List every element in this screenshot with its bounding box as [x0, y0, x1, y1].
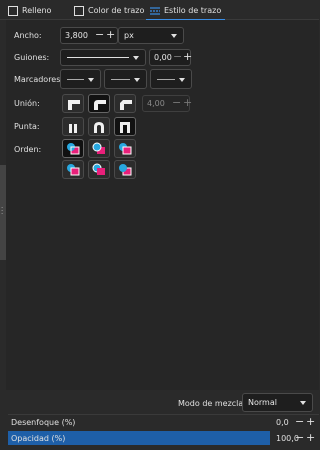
paint-order-icon: [92, 163, 105, 175]
dash-pattern-preview: [67, 57, 129, 58]
paint-order-icon: [67, 143, 80, 155]
join-label: Unión:: [14, 99, 40, 108]
marker-end-select[interactable]: [150, 69, 192, 89]
width-value: 3,800: [65, 31, 88, 40]
blur-label: Desenfoque (%): [11, 418, 76, 427]
join-bevel-button[interactable]: [114, 94, 136, 113]
paint-order-icon: [119, 164, 132, 176]
join-miter-icon: [68, 99, 80, 110]
marker-mid-select[interactable]: [104, 69, 147, 89]
markers-label: Marcadores:: [14, 75, 64, 84]
tab-stroke-paint-label: Color de trazo: [88, 6, 145, 15]
join-round-button[interactable]: [88, 94, 110, 113]
dashes-label: Guiones:: [14, 53, 50, 62]
width-label: Ancho:: [14, 31, 42, 40]
checkbox-icon: [8, 5, 18, 16]
paint-order-button-2[interactable]: [88, 139, 110, 158]
paint-order-button-6[interactable]: [114, 160, 136, 179]
paint-order-button-4[interactable]: [62, 160, 84, 179]
chevron-down-icon: [300, 401, 306, 405]
join-round-icon: [94, 99, 106, 110]
join-miter-button[interactable]: [62, 94, 84, 113]
width-unit-select[interactable]: px: [118, 27, 184, 44]
chevron-down-icon: [179, 78, 185, 82]
dash-offset-value: 0,00: [154, 53, 172, 62]
stroke-style-icon: [150, 7, 160, 15]
tab-fill[interactable]: Relleno: [8, 3, 51, 18]
minus-icon[interactable]: −: [95, 29, 104, 40]
tab-stroke-style[interactable]: Estilo de trazo: [145, 3, 226, 21]
blur-value: 0,0: [276, 418, 289, 427]
cap-butt-button[interactable]: [62, 117, 84, 136]
chevron-down-icon: [88, 78, 94, 82]
tab-stroke-style-label: Estilo de trazo: [164, 6, 222, 15]
marker-preview: [157, 79, 175, 80]
cap-round-icon: [94, 121, 104, 133]
cap-square-button[interactable]: [114, 117, 136, 136]
paint-order-icon: [119, 143, 132, 155]
paint-order-button-1[interactable]: [62, 139, 84, 158]
tab-stroke-paint[interactable]: Color de trazo: [74, 3, 144, 18]
opacity-row[interactable]: Opacidad (%) 100,0 − +: [8, 431, 319, 445]
miter-limit-value: 4,00: [147, 99, 165, 108]
cap-butt-icon: [69, 123, 77, 133]
paint-order-button-3[interactable]: [114, 139, 136, 158]
width-unit-value: px: [124, 31, 134, 40]
minus-icon[interactable]: −: [295, 416, 304, 427]
plus-icon[interactable]: +: [106, 29, 115, 40]
plus-icon[interactable]: +: [183, 97, 192, 108]
paint-order-icon: [67, 164, 80, 176]
minus-icon[interactable]: −: [173, 51, 182, 62]
blur-row[interactable]: Desenfoque (%) 0,0 − +: [8, 414, 319, 428]
cap-square-icon: [120, 121, 130, 133]
marker-preview: [111, 79, 130, 80]
paint-order-icon: [92, 142, 105, 154]
minus-icon[interactable]: −: [295, 432, 304, 443]
grip-icon: · · ·: [1, 204, 4, 218]
plus-icon[interactable]: +: [306, 432, 315, 443]
blend-mode-value: Normal: [248, 398, 277, 407]
blend-mode-label: Modo de mezcla:: [178, 399, 246, 408]
minus-icon[interactable]: −: [172, 97, 181, 108]
marker-preview: [67, 79, 84, 80]
tab-fill-label: Relleno: [22, 6, 52, 15]
checkbox-icon: [74, 5, 84, 16]
join-bevel-icon: [120, 99, 132, 110]
chevron-down-icon: [171, 34, 177, 38]
dash-pattern-select[interactable]: [60, 49, 146, 66]
cap-round-button[interactable]: [88, 117, 110, 136]
cap-label: Punta:: [14, 122, 40, 131]
opacity-label: Opacidad (%): [11, 434, 66, 443]
blend-mode-select[interactable]: Normal: [242, 393, 313, 412]
order-label: Orden:: [14, 145, 42, 154]
plus-icon[interactable]: +: [306, 416, 315, 427]
chevron-down-icon: [134, 78, 140, 82]
paint-order-button-5[interactable]: [88, 160, 110, 179]
marker-start-select[interactable]: [60, 69, 101, 89]
tab-bar: Relleno Color de trazo Estilo de trazo: [0, 0, 319, 21]
plus-icon[interactable]: +: [183, 51, 192, 62]
chevron-down-icon: [133, 56, 139, 60]
